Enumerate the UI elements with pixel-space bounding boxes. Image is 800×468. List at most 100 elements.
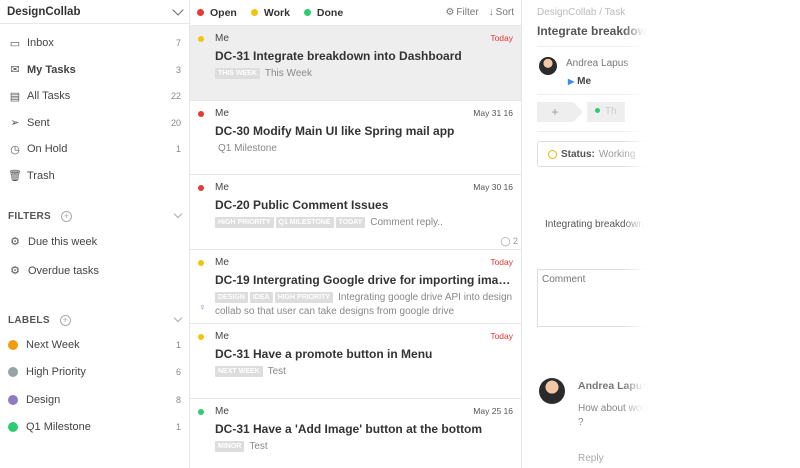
tag-badge[interactable]: IDEA: [249, 291, 273, 303]
comment-input[interactable]: [537, 269, 737, 327]
task-snippet: Q1 Milestone: [218, 142, 277, 154]
sidebar-item-count: 1: [175, 144, 181, 155]
comment-count: ◯ 2: [500, 236, 518, 247]
app-name: DesignCollab: [7, 5, 81, 18]
task-title[interactable]: DC-20 Public Comment Issues: [215, 198, 513, 212]
status-circle-icon: [548, 149, 557, 159]
divider: [537, 46, 800, 47]
task-row[interactable]: Me May 25 16 DC-31 Have a 'Add Image' butt…: [190, 399, 521, 468]
task-row[interactable]: Me Today DC-31 Have a promote button in Me…: [190, 324, 521, 399]
sidebar-item-inbox[interactable]: ▭ Inbox 7: [0, 30, 189, 57]
sidebar-item-sent[interactable]: ➢ Sent 20: [0, 110, 189, 137]
inbox-icon: ▭: [9, 37, 21, 50]
assignee-me-toggle[interactable]: ▶ Me: [568, 76, 591, 87]
reply-link[interactable]: Reply: [578, 453, 604, 464]
tag-badge[interactable]: THIS WEEK: [215, 68, 260, 79]
filter-label: Filter: [456, 7, 479, 18]
legend-work[interactable]: Work: [250, 6, 290, 19]
label-name: High Priority: [26, 366, 86, 379]
add-stage-button[interactable]: +: [537, 102, 583, 122]
sidebar-item-trash[interactable]: 🗑 Trash: [0, 163, 189, 190]
task-date: Today: [490, 33, 513, 43]
tag-badge[interactable]: Q1 MILESTONE: [275, 217, 334, 228]
tag-badge[interactable]: MINOR: [215, 440, 245, 452]
sidebar-item-all-tasks[interactable]: ▤ All Tasks 22: [0, 83, 189, 110]
labels-heading: LABELS +: [0, 309, 189, 331]
sidebar-item-count: 3: [175, 64, 181, 75]
legend-done[interactable]: Done: [303, 7, 343, 19]
label-item[interactable]: Design 8: [0, 386, 189, 414]
fade-overlay: [623, 0, 800, 468]
task-row[interactable]: ♀ Me Today DC-19 Intergrating Google drive …: [190, 250, 521, 324]
task-row[interactable]: Me May 30 16 DC-20 Public Comment Issues HI…: [190, 175, 521, 250]
divider: [537, 131, 800, 132]
task-title[interactable]: DC-31 Integrate breakdown into Dashboard: [215, 49, 513, 63]
send-icon: ➢: [10, 117, 20, 130]
sidebar-item-my-tasks[interactable]: ✉ My Tasks 3: [0, 57, 189, 84]
task-row[interactable]: Me Today DC-31 Integrate breakdown into Da…: [190, 26, 521, 101]
stage-item[interactable]: Th: [587, 102, 625, 122]
legend-dot: [250, 9, 258, 16]
legend-dot: [303, 9, 311, 16]
add-label-icon[interactable]: +: [59, 314, 71, 326]
sidebar-item-count: 7: [175, 38, 181, 49]
stage-label: Th: [605, 106, 617, 117]
mail-icon: ✉: [10, 64, 20, 77]
status-dot: [198, 408, 204, 415]
status-dot: [198, 110, 204, 117]
task-list: Me Today DC-31 Integrate breakdown into Da…: [190, 26, 521, 468]
sort-label: Sort: [495, 7, 514, 18]
task-row[interactable]: Me May 31 16 DC-30 Modify Main UI like Spr…: [190, 101, 521, 175]
sidebar-item-label: Trash: [27, 169, 55, 182]
task-tags-and-text: HIGH PRIORITY Q1 MILESTONE TODAY Comment re…: [215, 216, 513, 230]
sidebar-item-label: Inbox: [27, 37, 54, 50]
archive-icon: ▤: [9, 90, 21, 103]
label-item[interactable]: Q1 Milestone 1: [0, 414, 189, 442]
label-name: Q1 Milestone: [26, 421, 91, 434]
label-count: 8: [175, 394, 181, 405]
sidebar-item-label: On Hold: [27, 143, 68, 156]
task-title[interactable]: DC-30 Modify Main UI like Spring mail ap…: [215, 124, 513, 138]
label-color-dot: [8, 422, 18, 433]
filter-item[interactable]: ⚙ Due this week: [0, 227, 189, 256]
breadcrumb[interactable]: DesignCollab / Task: [537, 7, 625, 18]
tag-badge[interactable]: NEXT WEEK: [215, 366, 263, 377]
filter-item[interactable]: ⚙ Overdue tasks: [0, 256, 189, 285]
task-tags-and-text: DESIGN IDEA HIGH PRIORITY Integrating googl…: [215, 291, 513, 319]
label-item[interactable]: High Priority 6: [0, 359, 189, 387]
clock-icon: ◷: [10, 143, 20, 156]
gear-icon: ⚙: [10, 265, 20, 277]
task-tags-and-text: MINOR Test: [215, 440, 513, 454]
comment-text: How about work ?: [578, 403, 650, 428]
collapse-filters-icon[interactable]: [173, 209, 183, 219]
sidebar-item-label: My Tasks: [27, 63, 76, 76]
sidebar-item-on-hold[interactable]: ◷ On Hold 1: [0, 136, 189, 163]
status-selector[interactable]: Status: Working: [537, 141, 737, 167]
sidebar-item-label: All Tasks: [27, 90, 71, 103]
label-color-dot: [8, 394, 18, 405]
tag-badge[interactable]: TODAY: [335, 217, 366, 228]
add-filter-icon[interactable]: +: [61, 210, 73, 222]
filter-button[interactable]: ⚙ Filter: [445, 7, 478, 18]
collapse-labels-icon[interactable]: [173, 313, 183, 323]
app-switcher[interactable]: DesignCollab: [0, 0, 189, 24]
tag-badge[interactable]: HIGH PRIORITY: [215, 217, 274, 228]
label-item[interactable]: Next Week 1: [0, 331, 189, 359]
status-legend: Open Work Done: [197, 7, 357, 19]
tag-badge[interactable]: DESIGN: [215, 291, 248, 303]
legend-open[interactable]: Open: [197, 7, 237, 19]
tag-badge[interactable]: HIGH PRIORITY: [274, 291, 334, 303]
task-title[interactable]: DC-31 Have a promote button in Menu: [215, 347, 513, 361]
task-title[interactable]: DC-19 Intergrating Google drive for impo…: [215, 273, 513, 287]
task-title[interactable]: DC-31 Have a 'Add Image' button at the b…: [215, 422, 513, 436]
sidebar-item-count: 20: [170, 117, 181, 128]
chevron-down-icon[interactable]: [172, 3, 184, 16]
task-date: May 30 16: [473, 182, 513, 192]
sidebar-nav: ▭ Inbox 7 ✉ My Tasks 3 ▤ All Tasks 22 ➢ Sent 20 ◷ On …: [0, 24, 189, 189]
legend-label: Work: [263, 6, 290, 19]
task-meta-row: Me May 30 16: [215, 182, 513, 195]
assignee-avatar: [539, 57, 557, 75]
sort-button[interactable]: ↓ Sort: [489, 7, 514, 18]
label-count: 1: [175, 422, 181, 433]
task-tags-and-text: THIS WEEK This Week: [215, 67, 513, 81]
